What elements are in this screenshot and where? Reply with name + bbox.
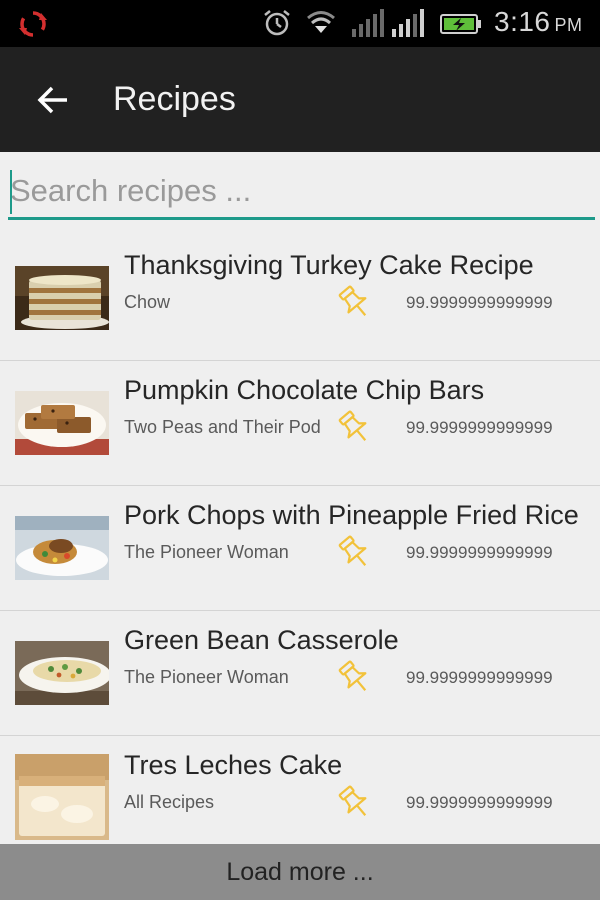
recipe-source: The Pioneer Woman <box>124 667 289 687</box>
plated-dish-photo <box>15 516 109 580</box>
recipe-row[interactable]: Green Bean Casserole The Pioneer Woman 9… <box>0 611 600 736</box>
pushpin-icon[interactable] <box>336 409 374 447</box>
recipe-score: 99.9999999999999 <box>406 793 553 812</box>
wifi-icon <box>307 11 335 33</box>
recipe-list[interactable]: Thanksgiving Turkey Cake Recipe Chow 99.… <box>0 236 600 844</box>
recipe-thumbnail <box>15 391 109 455</box>
recipe-source: Two Peas and Their Pod <box>124 417 321 437</box>
recipe-thumbnail <box>15 516 109 580</box>
recipe-score: 99.9999999999999 <box>406 668 553 687</box>
recipe-title: Green Bean Casserole <box>124 625 399 655</box>
battery-charging-icon <box>440 14 481 34</box>
casserole-photo <box>15 641 109 705</box>
layer-cake-photo <box>15 266 109 330</box>
page-title: Recipes <box>113 80 236 118</box>
alarm-icon <box>264 10 290 36</box>
pushpin-icon[interactable] <box>336 284 374 322</box>
recipe-title: Pork Chops with Pineapple Fried Rice <box>124 500 579 530</box>
pushpin-icon[interactable] <box>336 534 374 572</box>
clock: 3:16 PM <box>494 6 583 38</box>
recipe-source: The Pioneer Woman <box>124 542 289 562</box>
recipe-row[interactable]: Pumpkin Chocolate Chip Bars Two Peas and… <box>0 361 600 486</box>
text-caret <box>10 170 12 214</box>
clock-time: 3:16 <box>494 6 551 37</box>
recipe-score: 99.9999999999999 <box>406 293 553 312</box>
pushpin-icon[interactable] <box>336 784 374 822</box>
dessert-bars-photo <box>15 391 109 455</box>
sheet-cake-photo <box>15 754 109 840</box>
sync-icon <box>19 11 47 37</box>
recipe-source: All Recipes <box>124 792 215 812</box>
recipe-thumbnail <box>15 641 109 705</box>
app-bar: Recipes <box>0 47 600 152</box>
search-input[interactable] <box>8 165 595 220</box>
recipe-row[interactable]: Tres Leches Cake All Recipes 99.99999999… <box>0 736 600 844</box>
recipe-title: Tres Leches Cake <box>124 750 343 780</box>
status-bar: 3:16 PM <box>0 0 600 47</box>
signal-icon <box>392 9 424 37</box>
recipe-score: 99.9999999999999 <box>406 418 553 437</box>
clock-ampm: PM <box>554 15 583 35</box>
search-bar <box>8 165 595 223</box>
recipe-source: Chow <box>124 292 171 312</box>
recipe-title: Thanksgiving Turkey Cake Recipe <box>124 250 534 280</box>
recipe-thumbnail <box>15 754 109 840</box>
recipe-row[interactable]: Thanksgiving Turkey Cake Recipe Chow 99.… <box>0 236 600 361</box>
load-more-button[interactable]: Load more ... <box>0 844 600 900</box>
pushpin-icon[interactable] <box>336 659 374 697</box>
signal-icon <box>352 9 384 37</box>
recipe-thumbnail <box>15 266 109 330</box>
recipe-row[interactable]: Pork Chops with Pineapple Fried Rice The… <box>0 486 600 611</box>
recipe-score: 99.9999999999999 <box>406 543 553 562</box>
arrow-left-icon[interactable] <box>36 83 70 117</box>
recipe-title: Pumpkin Chocolate Chip Bars <box>124 375 485 405</box>
